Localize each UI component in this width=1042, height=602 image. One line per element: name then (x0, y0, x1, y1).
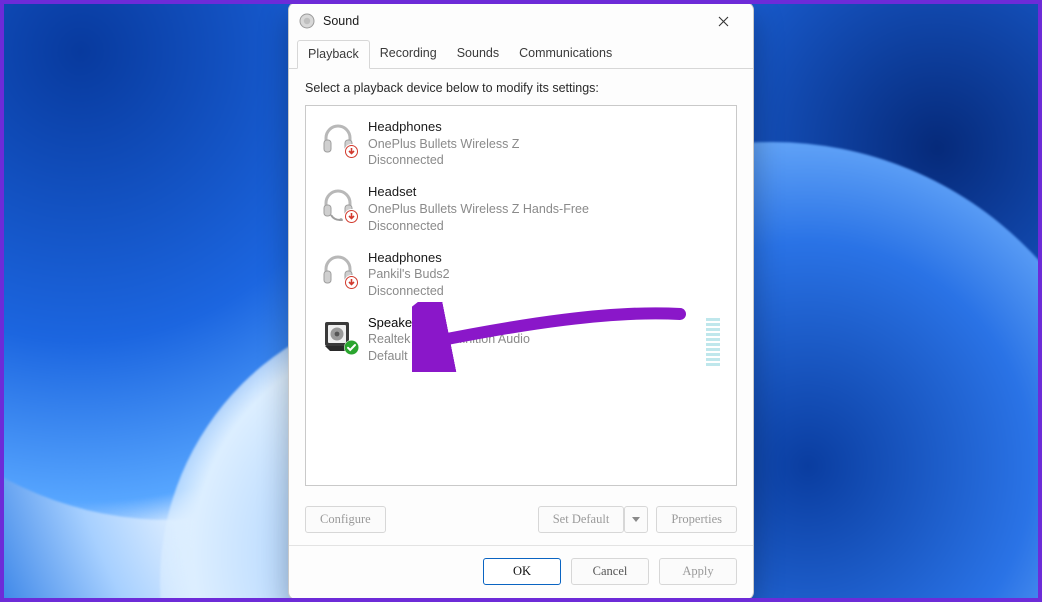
headphones-icon (320, 120, 356, 156)
close-button[interactable] (703, 6, 743, 36)
instruction-text: Select a playback device below to modify… (305, 81, 737, 95)
device-desc: OnePlus Bullets Wireless Z (368, 136, 519, 153)
dialog-footer: OK Cancel Apply (289, 545, 753, 599)
device-status: Default Device (368, 348, 530, 365)
device-status: Disconnected (368, 283, 450, 300)
speaker-icon (320, 316, 356, 352)
tab-sounds[interactable]: Sounds (447, 40, 509, 69)
ok-button[interactable]: OK (483, 558, 561, 585)
playback-pane: Select a playback device below to modify… (289, 69, 753, 496)
properties-button[interactable]: Properties (656, 506, 737, 533)
window-title: Sound (323, 14, 703, 28)
device-desc: Pankil's Buds2 (368, 266, 450, 283)
device-name: Headphones (368, 249, 450, 267)
volume-level-meter (706, 318, 720, 366)
tab-recording[interactable]: Recording (370, 40, 447, 69)
tab-label: Communications (519, 46, 612, 60)
device-desc: Realtek High Definition Audio (368, 331, 530, 348)
close-icon (718, 16, 729, 27)
default-badge-icon (344, 340, 359, 355)
headphones-icon (320, 251, 356, 287)
device-name: Speakers (368, 314, 530, 332)
tab-playback[interactable]: Playback (297, 40, 370, 69)
device-item-headphones-2[interactable]: Headphones Pankil's Buds2 Disconnected (312, 243, 730, 308)
disconnected-badge-icon (344, 209, 359, 224)
disconnected-badge-icon (344, 275, 359, 290)
device-desc: OnePlus Bullets Wireless Z Hands-Free (368, 201, 589, 218)
device-list[interactable]: Headphones OnePlus Bullets Wireless Z Di… (305, 105, 737, 486)
device-item-headphones-1[interactable]: Headphones OnePlus Bullets Wireless Z Di… (312, 112, 730, 177)
sound-app-icon (299, 13, 315, 29)
sound-dialog: Sound Playback Recording Sounds Communic… (288, 2, 754, 600)
cancel-button[interactable]: Cancel (571, 558, 649, 585)
configure-button[interactable]: Configure (305, 506, 386, 533)
tab-label: Sounds (457, 46, 499, 60)
device-item-headset[interactable]: Headset OnePlus Bullets Wireless Z Hands… (312, 177, 730, 242)
set-default-button[interactable]: Set Default (538, 506, 625, 533)
set-default-dropdown[interactable] (624, 506, 648, 533)
tab-label: Playback (308, 47, 359, 61)
titlebar[interactable]: Sound (289, 3, 753, 39)
device-item-speakers[interactable]: Speakers Realtek High Definition Audio D… (312, 308, 730, 373)
tab-strip: Playback Recording Sounds Communications (289, 39, 753, 69)
headset-icon (320, 185, 356, 221)
action-row: Configure Set Default Properties (289, 496, 753, 545)
device-name: Headset (368, 183, 589, 201)
device-name: Headphones (368, 118, 519, 136)
tab-label: Recording (380, 46, 437, 60)
desktop-background: Sound Playback Recording Sounds Communic… (0, 0, 1042, 602)
chevron-down-icon (632, 517, 640, 522)
tab-communications[interactable]: Communications (509, 40, 622, 69)
device-status: Disconnected (368, 152, 519, 169)
disconnected-badge-icon (344, 144, 359, 159)
device-status: Disconnected (368, 218, 589, 235)
apply-button[interactable]: Apply (659, 558, 737, 585)
